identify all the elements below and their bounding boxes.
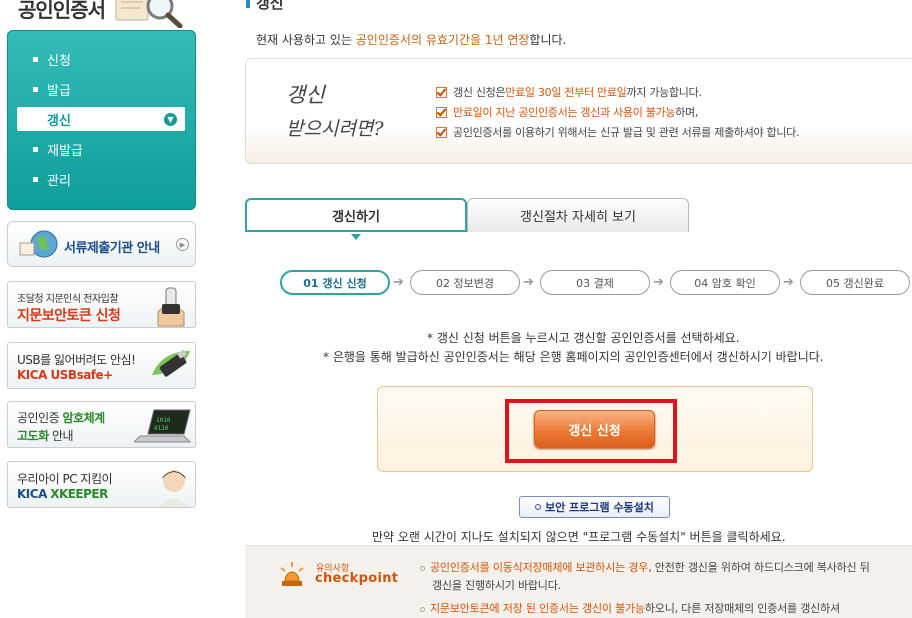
sidebar-item-issue[interactable]: 발급 xyxy=(17,77,185,101)
sidebar-item-label: 신청 xyxy=(47,53,71,69)
tab-renewal-procedure[interactable]: 갱신절차 자세히 보기 xyxy=(467,198,689,232)
step-arrow-icon: ➔ xyxy=(653,275,664,290)
bullet-icon xyxy=(420,565,425,571)
fingerprint-token-banner[interactable]: 조달청 지문인식 전자입찰 지문보안토큰 신청 xyxy=(7,281,196,328)
certificate-magnifier-icon xyxy=(115,0,183,28)
fingerprint-banner-subtitle: 조달청 지문인식 전자입찰 xyxy=(17,294,119,305)
checkbox-checked-icon xyxy=(436,86,447,98)
warning-siren-icon xyxy=(280,562,304,586)
notice-line-3: 공인인증서를 이용하기 위해서는 신규 발급 및 관련 서류를 제출하셔야 합니… xyxy=(436,124,800,140)
title-marker xyxy=(246,0,250,8)
notice-line-2: 만료일이 지난 공인인증서는 갱신과 사용이 불가능 하며, xyxy=(436,104,698,120)
checkbox-checked-icon xyxy=(436,126,447,138)
institution-guide-label: 서류제출기관 안내 xyxy=(64,241,160,256)
notice-line-1: 갱신 신청은 만료일 30일 전부터 만료일 까지 가능합니다. xyxy=(436,84,702,100)
step-1: 01 갱신 신청 xyxy=(280,270,390,295)
page-title: 갱신 xyxy=(256,0,284,12)
child-avatar-icon xyxy=(160,470,188,507)
step-arrow-icon: ➔ xyxy=(523,275,534,290)
xkeeper-banner-subtitle: 우리아이 PC 지킴이 xyxy=(17,472,113,486)
renew-apply-button[interactable]: 갱신 신청 xyxy=(534,410,655,448)
xkeeper-banner[interactable]: 우리아이 PC 지킴이 KICA XKEEPER xyxy=(7,461,196,508)
sidebar-item-label: 관리 xyxy=(47,173,71,189)
notice-handwriting-line2: 받으시려면? xyxy=(286,118,384,140)
sidebar-item-label: 재발급 xyxy=(47,143,83,159)
step-2: 02 정보변경 xyxy=(410,270,520,295)
renewal-notice-box: 갱신 받으시려면? 갱신 신청은 만료일 30일 전부터 만료일 까지 가능합니다… xyxy=(245,58,912,164)
brand-title: 공인인증서 xyxy=(18,0,106,22)
step-4: 04 암호 확인 xyxy=(670,270,780,295)
checkpoint-line-2: 지문보안토큰에 저장 된 인증서는 갱신이 불가능하오니, 다른 저장매체의 인… xyxy=(420,600,840,616)
manual-install-note: 만약 오랜 시간이 지나도 설치되지 않으면 "프로그램 수동설치" 버튼을 클… xyxy=(372,530,786,544)
usb-drive-icon xyxy=(152,349,190,377)
bullet-icon xyxy=(33,86,38,92)
globe-icon xyxy=(19,230,58,258)
step-arrow-icon: ➔ xyxy=(393,275,404,290)
usbsafe-banner-title: KICA USBsafe+ xyxy=(17,368,113,382)
bullet-icon xyxy=(33,146,38,152)
bullet-icon xyxy=(33,56,38,62)
sidebar-item-apply[interactable]: 신청 xyxy=(17,47,185,71)
guide-text-1: * 갱신 신청 버튼을 누르시고 갱신할 공인인증서를 선택하세요. xyxy=(427,331,740,345)
usbsafe-banner-subtitle: USB를 잃어버려도 안심! xyxy=(17,353,136,367)
checkpoint-title: checkpoint xyxy=(315,571,399,586)
notice-handwriting-line1: 갱신 xyxy=(286,83,325,107)
svg-text:0110: 0110 xyxy=(154,425,169,432)
step-3: 03 결제 xyxy=(540,270,650,295)
sidebar-item-label: 발급 xyxy=(47,83,71,99)
manual-install-button[interactable]: 보안 프로그램 수동설치 xyxy=(519,496,670,518)
active-tab-indicator xyxy=(351,234,361,240)
crypto-system-banner[interactable]: 공인인증 암호체계 고도화 안내 1010 0110 xyxy=(7,401,196,448)
chevron-right-icon: ▶ xyxy=(176,238,189,251)
intro-text: 현재 사용하고 있는 공인인증서의 유효기간을 1년 연장합니다. xyxy=(256,33,567,47)
fingerprint-token-icon xyxy=(157,287,185,327)
chevron-down-icon: ▼ xyxy=(164,113,177,126)
xkeeper-banner-title: KICA XKEEPER xyxy=(17,487,108,501)
checkbox-checked-icon xyxy=(436,106,447,118)
checkpoint-line-1-cont: 갱신을 진행하시기 바랍니다. xyxy=(432,579,561,592)
guide-text-2: * 은행을 통해 발급하신 공인인증서는 해당 은행 홈페이지의 공인인증센터에… xyxy=(323,350,824,364)
sidebar-item-reissue[interactable]: 재발급 xyxy=(17,137,185,161)
crypto-banner-line1: 공인인증 암호체계 xyxy=(17,411,105,425)
usbsafe-banner[interactable]: USB를 잃어버려도 안심! KICA USBsafe+ xyxy=(7,342,196,389)
fingerprint-banner-title: 지문보안토큰 신청 xyxy=(17,308,121,324)
sidebar-item-label: 갱신 xyxy=(47,113,71,129)
bullet-icon xyxy=(33,176,38,182)
tab-renew[interactable]: 갱신하기 xyxy=(245,198,467,232)
laptop-icon: 1010 0110 xyxy=(134,409,192,443)
sidebar-item-manage[interactable]: 관리 xyxy=(17,167,185,191)
step-5: 05 갱신완료 xyxy=(800,270,910,295)
institution-guide-banner[interactable]: 서류제출기관 안내 ▶ xyxy=(7,221,196,267)
checkpoint-line-1: 공인인증서를 이동식저장매체에 보관하시는 경우, 안전한 갱신을 위하여 하드… xyxy=(420,559,870,575)
sidebar-nav: 신청 발급 갱신 ▼ 재발급 관리 xyxy=(7,30,196,210)
radio-dot-icon xyxy=(535,504,542,510)
crypto-banner-line2: 고도화 안내 xyxy=(17,429,74,443)
step-arrow-icon: ➔ xyxy=(783,275,794,290)
svg-text:1010: 1010 xyxy=(156,417,171,424)
sidebar-item-renew[interactable]: 갱신 ▼ xyxy=(17,107,185,131)
bullet-icon xyxy=(420,606,425,612)
